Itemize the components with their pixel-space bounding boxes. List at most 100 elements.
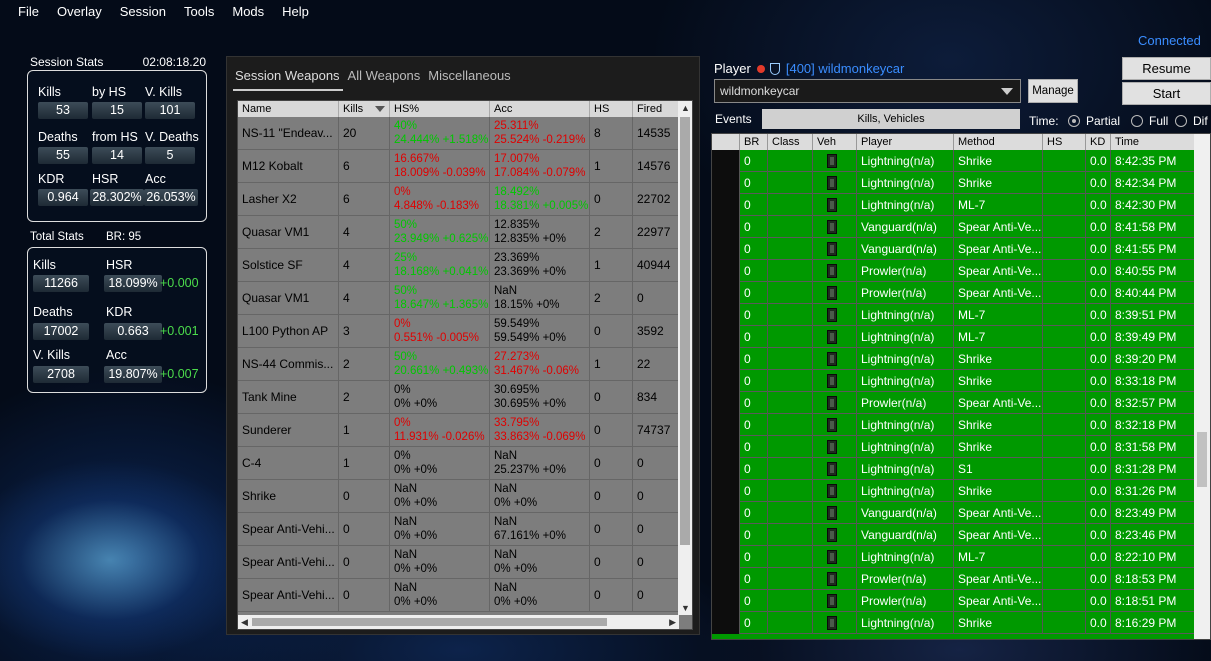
menu-overlay[interactable]: Overlay — [48, 0, 111, 22]
player-cell: Vanguard(n/a) — [857, 216, 954, 238]
cell-line: 18.381% +0.005% — [494, 200, 589, 212]
scroll-down-icon[interactable]: ▼ — [681, 603, 690, 613]
chevron-down-icon[interactable] — [1001, 88, 1013, 95]
tab-session-weapons[interactable]: Session Weapons — [235, 68, 340, 83]
col-acc[interactable]: Acc — [490, 101, 590, 117]
events-filter[interactable]: Kills, Vehicles — [762, 109, 1020, 129]
col-ehs[interactable]: HS — [1043, 134, 1086, 150]
table-row[interactable]: 0 Lightning(n/a) Shrike 0.0 8:42:35 PM — [712, 150, 1195, 172]
method-cell: Shrike — [954, 172, 1043, 194]
table-row[interactable]: 0 Lightning(n/a) Shrike 0.0 8:31:58 PM — [712, 436, 1195, 458]
table-row[interactable]: Quasar VM1 4 50% 23.949% +0.625% 12.835% 12.8… — [238, 216, 679, 249]
scroll-right-icon[interactable]: ▶ — [669, 617, 676, 628]
table-row[interactable]: 0 Prowler(n/a) Spear Anti-Ve... 0.0 8:40:44 … — [712, 282, 1195, 304]
table-row[interactable]: Spear Anti-Vehi... 0 NaN 0% +0% NaN 67.161% +… — [238, 513, 679, 546]
table-row[interactable]: C-4 1 0% 0% +0% NaN 25.237% +0% 0 0 — [238, 447, 679, 480]
weapons-table[interactable]: Name Kills HS% Acc HS Fired NS-11 "Endea… — [237, 100, 693, 630]
table-row[interactable]: 0 Prowler(n/a) Spear Anti-Ve... 0.0 8:18:51 … — [712, 590, 1195, 612]
row-selector — [712, 502, 740, 524]
table-row[interactable]: 0 Prowler(n/a) Spear Anti-Ve... 0.0 8:18:53 … — [712, 568, 1195, 590]
table-row[interactable]: M12 Kobalt 6 16.667% 18.009% -0.039% 17.007%… — [238, 150, 679, 183]
resume-button[interactable]: Resume — [1122, 57, 1211, 80]
table-row[interactable]: 0 Lightning(n/a) ML-7 0.0 8:39:49 PM — [712, 326, 1195, 348]
menu-file[interactable]: File — [0, 0, 48, 22]
table-row[interactable]: 0 Lightning(n/a) Shrike 0.0 8:33:18 PM — [712, 370, 1195, 392]
manage-button[interactable]: Manage — [1028, 79, 1078, 103]
table-row[interactable]: 0 Prowler(n/a) Spear Anti-Ve... 0.0 8:40:55 … — [712, 260, 1195, 282]
table-row[interactable]: Tank Mine 2 0% 0% +0% 30.695% 30.695% +0% 0 834 — [238, 381, 679, 414]
events-table[interactable]: BR Class Veh Player Method HS KD Time 0 L… — [711, 133, 1211, 640]
col-method[interactable]: Method — [954, 134, 1043, 150]
col-veh[interactable]: Veh — [813, 134, 857, 150]
table-row[interactable]: Solstice SF 4 25% 18.168% +0.041% 23.369% 23.… — [238, 249, 679, 282]
table-row[interactable]: Spear Anti-Vehi... 0 NaN 0% +0% NaN 0% +0% 0 0 — [238, 579, 679, 612]
cell-line: 0% +0% — [394, 497, 438, 509]
table-row[interactable]: 0 Lightning(n/a) Shrike 0.0 8:16:29 PM — [712, 612, 1195, 634]
menu-session[interactable]: Session — [111, 0, 175, 22]
table-row[interactable]: Spear Anti-Vehi... 0 NaN 0% +0% NaN 0% +0% 0 0 — [238, 546, 679, 579]
class-cell — [768, 392, 813, 414]
weapons-hscroll-thumb[interactable] — [252, 618, 607, 626]
events-scroll-thumb[interactable] — [1197, 432, 1207, 487]
scroll-up-icon[interactable]: ▲ — [681, 103, 690, 113]
br-cell: 0 — [740, 436, 768, 458]
radio-dif[interactable]: Dif — [1175, 114, 1208, 128]
table-row[interactable]: 0 Vanguard(n/a) Spear Anti-Ve... 0.0 8:23:46… — [712, 524, 1195, 546]
cell-line: 24.444% +1.518% — [394, 134, 489, 146]
col-hs[interactable]: HS — [590, 101, 633, 117]
table-row[interactable]: NS-11 "Endeav... 20 40% 24.444% +1.518% 25.3… — [238, 117, 679, 150]
kd-cell: 0.0 — [1086, 260, 1111, 282]
table-row[interactable]: 0 Vanguard(n/a) Spear Anti-Ve... 0.0 8:23:49… — [712, 502, 1195, 524]
menu-help[interactable]: Help — [273, 0, 318, 22]
table-row[interactable]: 0 Lightning(n/a) Shrike 0.0 8:39:20 PM — [712, 348, 1195, 370]
weapons-scroll-thumb[interactable] — [680, 117, 690, 545]
table-row[interactable]: 0 Vanguard(n/a) Spear Anti-Ve... 0.0 8:41:58… — [712, 216, 1195, 238]
col-kd[interactable]: KD — [1086, 134, 1111, 150]
table-row[interactable]: 0 Lightning(n/a) Shrike 0.0 8:42:34 PM — [712, 172, 1195, 194]
vehicle-icon — [827, 308, 837, 322]
radio-full-label: Full — [1149, 114, 1169, 128]
table-row[interactable]: 0 Lightning(n/a) ML-7 0.0 8:39:51 PM — [712, 304, 1195, 326]
table-row[interactable]: 0 Prowler(n/a) Spear Anti-Ve... 0.0 8:32:57 … — [712, 392, 1195, 414]
radio-full[interactable]: Full — [1131, 114, 1168, 128]
player-cell: Prowler(n/a) — [857, 260, 954, 282]
events-vertical-scrollbar[interactable] — [1194, 134, 1210, 639]
time-cell: 8:42:34 PM — [1111, 172, 1195, 194]
weapons-vertical-scrollbar[interactable]: ▲ ▼ — [678, 101, 692, 615]
player-link[interactable]: [400] wildmonkeycar — [786, 61, 905, 76]
cell-line: 18.009% -0.039% — [394, 167, 486, 179]
table-row[interactable]: 0 Vanguard(n/a) Spear Anti-Ve... 0.0 8:41:55… — [712, 238, 1195, 260]
menu-tools[interactable]: Tools — [175, 0, 223, 22]
veh-cell — [813, 282, 857, 304]
radio-partial[interactable]: Partial — [1068, 114, 1120, 128]
table-row[interactable]: NS-44 Commis... 2 50% 20.661% +0.493% 27.273… — [238, 348, 679, 381]
time-cell: 8:31:28 PM — [1111, 458, 1195, 480]
col-br[interactable]: BR — [740, 134, 768, 150]
table-row[interactable]: Quasar VM1 4 50% 18.647% +1.365% NaN 18.15% +… — [238, 282, 679, 315]
table-row[interactable]: 0 Lightning(n/a) Shrike 0.0 8:31:26 PM — [712, 480, 1195, 502]
table-row[interactable]: 0 Lightning(n/a) ML-7 0.0 8:22:10 PM — [712, 546, 1195, 568]
col-class[interactable]: Class — [768, 134, 813, 150]
table-row[interactable]: 0 Lightning(n/a) S1 0.0 8:31:28 PM — [712, 458, 1195, 480]
col-kills[interactable]: Kills — [339, 101, 390, 117]
tab-miscellaneous[interactable]: Miscellaneous — [428, 68, 510, 83]
table-row[interactable]: 0 Lightning(n/a) ML-7 0.0 8:42:30 PM — [712, 194, 1195, 216]
table-row[interactable]: Shrike 0 NaN 0% +0% NaN 0% +0% 0 0 — [238, 480, 679, 513]
col-hs-percent[interactable]: HS% — [390, 101, 490, 117]
hs-cell — [1043, 326, 1086, 348]
weapons-horizontal-scrollbar[interactable]: ◀ ▶ — [238, 615, 679, 629]
table-row[interactable]: Sunderer 1 0% 11.931% -0.026% 33.795% 33.863%… — [238, 414, 679, 447]
table-row[interactable]: L100 Python AP 3 0% 0.551% -0.005% 59.549% 59… — [238, 315, 679, 348]
scroll-left-icon[interactable]: ◀ — [241, 617, 248, 628]
menu-mods[interactable]: Mods — [223, 0, 273, 22]
tab-all-weapons[interactable]: All Weapons — [348, 68, 421, 83]
table-row[interactable]: 0 Lightning(n/a) Shrike 0.0 8:32:18 PM — [712, 414, 1195, 436]
start-button[interactable]: Start — [1122, 82, 1211, 105]
col-time[interactable]: Time — [1111, 134, 1195, 150]
col-player[interactable]: Player — [857, 134, 954, 150]
player-select[interactable]: wildmonkeycar — [714, 79, 1021, 103]
col-name[interactable]: Name — [238, 101, 339, 117]
table-row[interactable]: Lasher X2 6 0% 4.848% -0.183% 18.492% 18.381%… — [238, 183, 679, 216]
col-fired[interactable]: Fired — [633, 101, 679, 117]
weapon-name-cell: Lasher X2 — [238, 183, 339, 216]
